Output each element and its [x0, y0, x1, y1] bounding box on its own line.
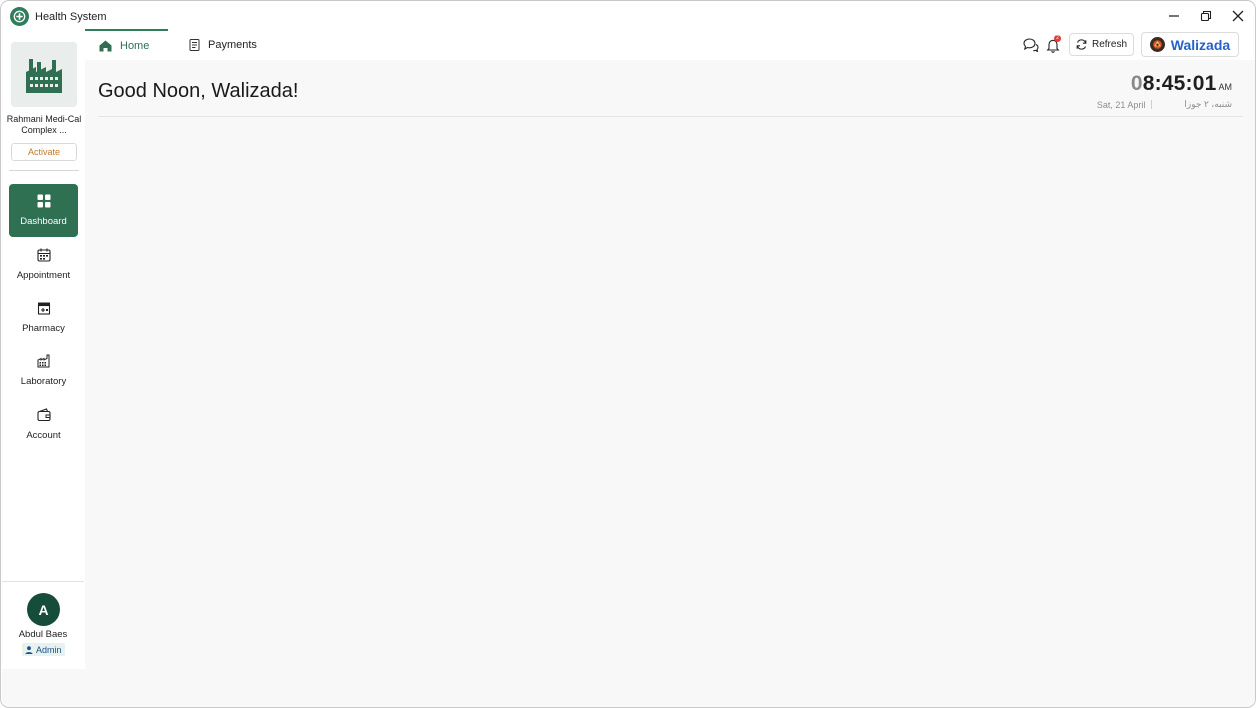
appointment-icon: [36, 247, 52, 263]
date-divider: [1151, 100, 1153, 109]
receipt-icon: [189, 38, 200, 51]
user-icon: [25, 645, 33, 654]
tab-label: Payments: [208, 38, 257, 51]
minimize-button[interactable]: [1159, 4, 1189, 28]
factory-icon: [26, 58, 62, 93]
brand-avatar-icon: [1149, 37, 1165, 52]
role-badge: Admin: [22, 643, 65, 656]
sidebar-item-laboratory[interactable]: Laboratory: [9, 344, 78, 397]
notifications-button[interactable]: 2: [1045, 35, 1061, 53]
profile-button[interactable]: Walizada: [1141, 32, 1239, 57]
dashboard-icon: [36, 193, 52, 209]
clock: 08:45:01 AM: [1131, 72, 1232, 96]
user-profile-card[interactable]: A Abdul Baes Admin: [2, 581, 84, 669]
sidebar-item-appointment[interactable]: Appointment: [9, 238, 78, 291]
close-button[interactable]: [1223, 4, 1253, 28]
sidebar-item-dashboard[interactable]: Dashboard: [9, 184, 78, 237]
main-content: Good Noon, Walizada! 08:45:01 AM Sat, 21 …: [85, 60, 1255, 669]
header-divider: [98, 116, 1243, 117]
chat-button[interactable]: [1023, 37, 1039, 53]
sidebar-item-label: Account: [26, 430, 61, 441]
sidebar-item-label: Appointment: [16, 270, 71, 281]
tab-label: Home: [120, 39, 150, 52]
chat-icon: [1023, 38, 1039, 52]
window-title: Health System: [35, 11, 107, 23]
app-logo-icon: [10, 7, 29, 26]
refresh-button[interactable]: Refresh: [1069, 33, 1134, 56]
sidebar-item-pharmacy[interactable]: Pharmacy: [9, 291, 78, 344]
tab-payments[interactable]: Payments: [175, 29, 271, 60]
sidebar-divider: [9, 170, 79, 171]
role-label: Admin: [36, 644, 62, 655]
sidebar-item-label: Dashboard: [20, 216, 67, 227]
minimize-icon: [1169, 15, 1179, 17]
status-area: [2, 669, 1255, 707]
clock-dates: Sat, 21 April شنبه، ۲ جوزا: [1097, 99, 1232, 110]
user-name: Abdul Baes: [18, 629, 68, 640]
avatar: A: [27, 593, 60, 626]
refresh-label: Refresh: [1091, 39, 1127, 50]
profile-name: Walizada: [1170, 36, 1231, 53]
wallet-icon: [36, 407, 52, 423]
clock-ampm: AM: [1218, 82, 1233, 92]
home-icon: [99, 40, 112, 51]
sidebar-item-label: Pharmacy: [22, 323, 65, 334]
sidebar: Rahmani Medi-Cal Complex ... Activate Da…: [2, 29, 84, 669]
tab-home[interactable]: Home: [85, 29, 168, 60]
clock-time: 08:45:01: [1130, 72, 1217, 95]
date-gregorian: Sat, 21 April: [1096, 99, 1146, 110]
sidebar-item-account[interactable]: Account: [9, 398, 78, 451]
laboratory-icon: [36, 353, 52, 369]
greeting-heading: Good Noon, Walizada!: [98, 80, 299, 102]
sidebar-item-label: Laboratory: [20, 376, 67, 387]
notification-badge: 2: [1054, 35, 1061, 42]
activate-button[interactable]: Activate: [11, 143, 77, 161]
pharmacy-icon: [36, 300, 52, 316]
restore-button[interactable]: [1191, 4, 1221, 28]
refresh-icon: [1076, 39, 1087, 50]
organization-logo: [11, 42, 77, 107]
organization-name: Rahmani Medi-Cal Complex ...: [6, 114, 82, 135]
date-solar: شنبه، ۲ جوزا: [1184, 99, 1232, 109]
top-bar: Home Payments 2 Refresh Walizada: [85, 29, 1255, 60]
app-window: Health System Rahmani Medi-Cal Complex .…: [0, 0, 1256, 708]
restore-icon: [1200, 10, 1212, 22]
close-icon: [1232, 10, 1244, 22]
